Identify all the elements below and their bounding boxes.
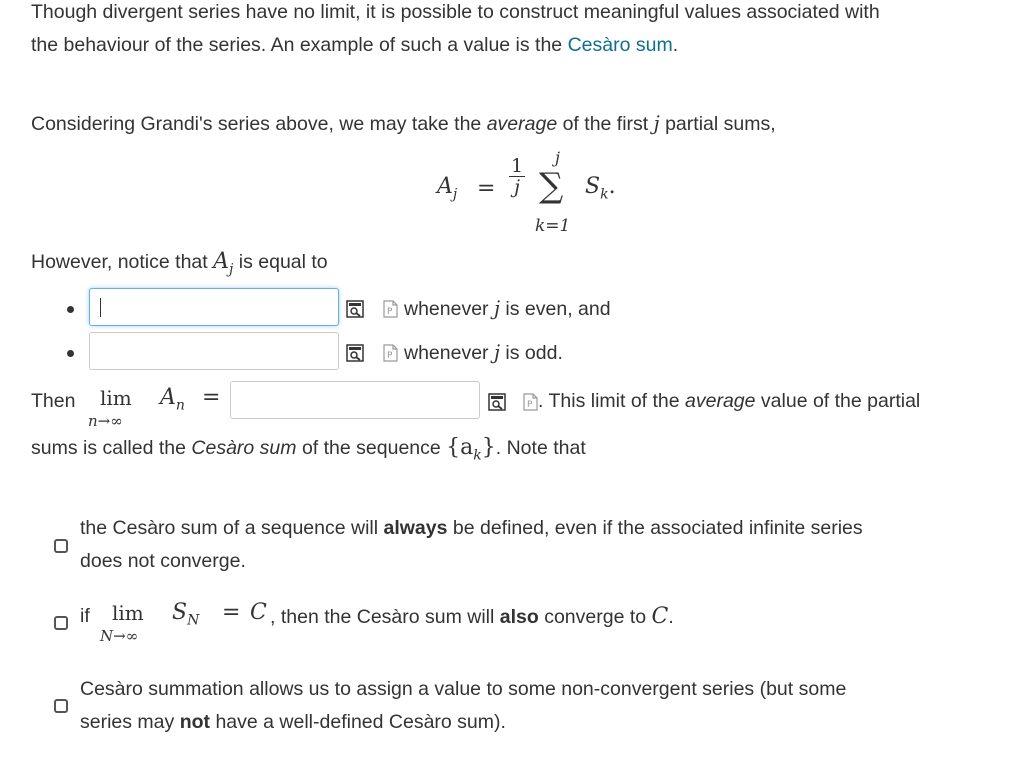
preview-icon[interactable] <box>346 344 364 362</box>
bullet-1-text: whenever j is even, and <box>404 297 611 320</box>
svg-text:P: P <box>387 351 393 361</box>
formula-equals: = <box>477 176 496 201</box>
grandi-average: average <box>486 113 558 135</box>
formula-palette-icon[interactable]: P <box>381 344 399 362</box>
option-3-line-1: Cesàro summation allows us to assign a v… <box>80 678 847 700</box>
intro-text-2: the behaviour of the series. An example … <box>31 34 568 56</box>
svg-text:P: P <box>387 307 393 317</box>
lim-subscript: n→∞ <box>88 412 123 430</box>
cesaro-definition-line: sums is called the Cesàro sum of the seq… <box>31 435 586 464</box>
summation-sign: ∑ <box>539 166 564 206</box>
svg-text:P: P <box>527 400 533 410</box>
grandi-text: Considering Grandi's series above, we ma… <box>31 113 487 135</box>
answer-input-limit[interactable] <box>230 381 480 419</box>
grandi-suffix: partial sums, <box>659 113 776 135</box>
intro-text-1: Though divergent series have no limit, i… <box>31 1 880 23</box>
grandi-sentence: Considering Grandi's series above, we ma… <box>31 107 776 141</box>
sequence-ak: {ak} <box>446 435 496 464</box>
lim-subscript: N→∞ <box>100 627 139 645</box>
intro-line-2: the behaviour of the series. An example … <box>31 29 678 62</box>
answer-input-even[interactable] <box>89 288 339 326</box>
formula-term: Sk. <box>585 174 616 203</box>
however-text: However, notice that <box>31 251 214 273</box>
cesaro-sum-link[interactable]: Cesàro sum <box>568 34 673 56</box>
equals-sign: = <box>222 600 241 625</box>
preview-icon[interactable] <box>488 393 506 411</box>
lim-operator: lim <box>100 386 132 410</box>
then-after-text: . This limit of the average value of the… <box>538 390 921 412</box>
lim-operator: lim <box>112 601 144 625</box>
text-cursor <box>100 298 101 317</box>
sum-lower-limit: k=1 <box>535 216 571 236</box>
formula-lhs: Aj <box>437 174 458 203</box>
var-aj: Aj <box>213 249 234 278</box>
option-3-checkbox[interactable] <box>54 699 68 713</box>
preview-icon[interactable] <box>346 300 364 318</box>
option-2-if: if <box>80 605 90 627</box>
however-sentence: However, notice that Aj is equal to <box>31 245 328 286</box>
option-1-checkbox[interactable] <box>54 539 68 553</box>
intro-period: . <box>672 34 679 56</box>
then-text: Then <box>31 390 76 412</box>
option-3-line-2: series may not have a well-defined Cesàr… <box>80 711 506 733</box>
formula-fraction: 1 j <box>509 155 526 198</box>
option-1-line-2: does not converge. <box>80 550 246 572</box>
bullet-2-text: whenever j is odd. <box>404 341 563 364</box>
grandi-middle: of the first <box>557 113 654 135</box>
var-c: C <box>250 600 267 625</box>
intro-line-1: Though divergent series have no limit, i… <box>31 0 880 29</box>
equals-sign: = <box>202 385 221 410</box>
average-formula: Aj = 1 j j ∑ k=1 Sk. <box>437 148 637 240</box>
option-1-line-1: the Cesàro sum of a sequence will always… <box>80 517 863 539</box>
sum-upper-limit: j <box>555 148 560 167</box>
however-suffix: is equal to <box>233 251 328 273</box>
option-2-text: , then the Cesàro sum will also converge… <box>270 604 674 629</box>
formula-palette-icon[interactable]: P <box>521 393 539 411</box>
var-an: An <box>160 385 185 414</box>
answer-input-odd[interactable] <box>89 332 339 370</box>
bullet-dot <box>67 306 74 313</box>
formula-palette-icon[interactable]: P <box>381 300 399 318</box>
bullet-dot <box>67 350 74 357</box>
var-sn: SN <box>172 600 200 629</box>
option-2-checkbox[interactable] <box>54 616 68 630</box>
